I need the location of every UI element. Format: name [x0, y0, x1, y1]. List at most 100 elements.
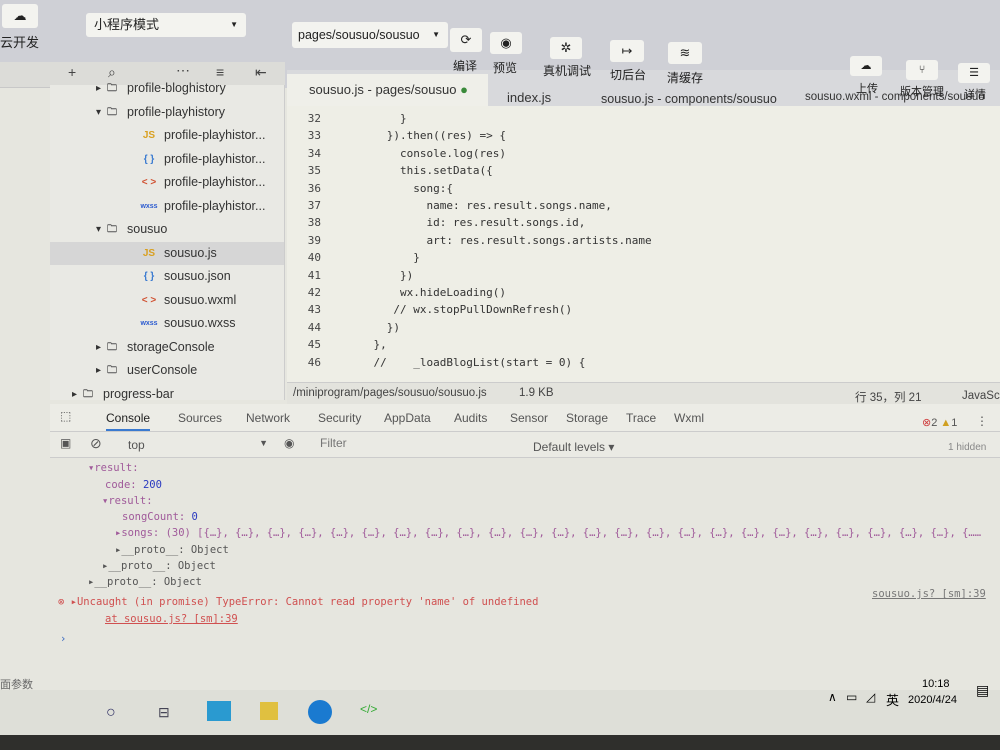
file-tree-item[interactable]: wxss profile-playhistor... [50, 195, 284, 219]
inspect-icon[interactable]: ⬚ [60, 409, 71, 423]
taskbar: ○ ⊟ </> ∧ ▭ ◿ 英 10:18 2020/4/24 ▤ [0, 678, 1000, 735]
version-button[interactable]: ⑂ [906, 60, 938, 80]
edge-icon[interactable] [308, 700, 332, 724]
devtools-tab-network[interactable]: Network [246, 411, 290, 425]
error-count[interactable]: ⊗2 ▲1 [922, 416, 957, 429]
devtools-tab-sources[interactable]: Sources [178, 411, 222, 425]
devtools-tab-storage[interactable]: Storage [566, 411, 608, 425]
tray-chevron-icon[interactable]: ∧ [828, 690, 837, 704]
cloud-button[interactable]: ☁ [2, 4, 38, 28]
tab-sousuo-wxml-components[interactable]: sousuo.wxml - components/sousuo [805, 91, 985, 103]
tree-node-proto[interactable]: ▸__proto__: Object [102, 560, 216, 572]
line-number: 36 [307, 181, 321, 195]
clear-console-icon[interactable]: ⊘ [90, 435, 102, 452]
file-tree-item[interactable]: JS profile-playhistor... [50, 124, 284, 148]
file-tree-label: profile-playhistor... [164, 198, 266, 213]
file-size: 1.9 KB [519, 387, 554, 399]
mail-icon[interactable] [207, 701, 231, 721]
battery-icon[interactable]: ▭ [846, 690, 857, 704]
devtools-tab-appdata[interactable]: AppData [384, 411, 431, 425]
compile-button[interactable]: ⟳ [450, 28, 482, 52]
notification-icon[interactable]: ▤ [976, 682, 989, 699]
tab-label: sousuo.js - pages/sousuo [309, 82, 457, 97]
details-button[interactable]: ☰ [958, 63, 990, 83]
file-tree-item[interactable]: ▸ 🗀 userConsole [50, 359, 284, 383]
devtools-tab-console[interactable]: Console [106, 411, 151, 431]
file-tree-item[interactable]: { } sousuo.json [50, 265, 284, 289]
console-prompt[interactable]: › [60, 633, 66, 645]
line-number: 45 [307, 338, 321, 352]
file-tree-item[interactable]: JS sousuo.js [50, 241, 284, 265]
levels-select[interactable]: Default levels ▾ [533, 440, 614, 454]
devtools-tab-security[interactable]: Security [318, 411, 361, 425]
devtools-tab-sensor[interactable]: Sensor [510, 411, 548, 425]
line-number: 43 [307, 303, 321, 317]
error-source-link[interactable]: sousuo.js? [sm]:39 [872, 588, 986, 600]
file-tree-item[interactable]: wxss sousuo.wxss [50, 312, 284, 336]
file-tree-item[interactable]: ▾ 🗀 sousuo [50, 218, 284, 242]
file-tree-label: storageConsole [127, 339, 215, 354]
tree-node-result[interactable]: ▾result: [88, 462, 139, 474]
task-view-icon[interactable]: ⊟ [158, 704, 170, 721]
code-line: }).then((res) => { [347, 129, 506, 143]
file-tree-item[interactable]: ▾ 🗀 profile-playhistory [50, 101, 284, 125]
line-number: 33 [307, 129, 321, 143]
remote-debug-button[interactable]: ✲ [550, 37, 582, 59]
search-circle-icon[interactable]: ○ [106, 704, 116, 722]
code-line: } [347, 112, 407, 125]
devtools-tab-audits[interactable]: Audits [454, 411, 487, 425]
file-tree-item[interactable]: ▸ 🗀 storageConsole [50, 336, 284, 360]
tab-sousuo-js-pages[interactable]: sousuo.js - pages/sousuo ● [287, 74, 488, 106]
file-tree-item[interactable]: ▸ 🗀 profile-bloghistory [50, 77, 284, 101]
code-line: }, [347, 338, 387, 352]
ime-indicator[interactable]: 英 [886, 690, 899, 709]
error-message[interactable]: ⊗ ▸Uncaught (in promise) TypeError: Cann… [58, 596, 538, 608]
tab-index-js[interactable]: index.js [507, 90, 551, 105]
sidebar-toggle-icon[interactable]: ▣ [60, 436, 71, 450]
file-tree-item[interactable]: { } profile-playhistor... [50, 148, 284, 172]
code-line: this.setData({ [347, 164, 493, 178]
modified-dot-icon: ● [460, 82, 468, 97]
code-editor[interactable]: 32 } 33 }).then((res) => {34 console.log(… [287, 106, 1000, 382]
language-mode[interactable]: JavaScript [962, 390, 1000, 402]
context-select[interactable]: top ▼ [128, 438, 268, 452]
devtools-app-icon[interactable]: </> [360, 702, 377, 716]
line-number: 41 [307, 268, 321, 282]
background-button[interactable]: ↦ [610, 40, 644, 62]
clear-cache-button[interactable]: ≋ [668, 42, 702, 64]
remote-debug-label: 真机调试 [543, 64, 592, 78]
warning-icon: ▲ [940, 417, 952, 429]
devtools-tab-wxml[interactable]: Wxml [674, 411, 704, 425]
file-tree-item[interactable]: < > sousuo.wxml [50, 289, 284, 313]
prop-code: code: 200 [105, 479, 162, 491]
more-options-icon[interactable]: ⋮ [976, 414, 988, 428]
devtools-tab-trace[interactable]: Trace [626, 411, 656, 425]
tree-node-result-inner[interactable]: ▾result: [102, 495, 153, 507]
file-tree-item[interactable]: < > profile-playhistor... [50, 171, 284, 195]
line-number: 32 [307, 112, 321, 125]
upload-button[interactable]: ☁ [850, 56, 882, 76]
tree-node-proto[interactable]: ▸__proto__: Object [115, 544, 229, 556]
tree-node-songs[interactable]: ▸songs: (30) [{…}, {…}, {…}, {…}, {…}, {… [115, 527, 981, 539]
dropdown-icon: ▼ [230, 20, 238, 29]
context-value: top [128, 438, 145, 452]
file-explorer-icon[interactable] [260, 702, 278, 720]
filter-input[interactable] [320, 436, 520, 450]
network-icon[interactable]: ◿ [866, 690, 875, 704]
mode-select[interactable]: 小程序模式 ▼ [86, 13, 246, 37]
tree-node-proto[interactable]: ▸__proto__: Object [88, 576, 202, 588]
file-tree-item[interactable]: ▸ 🗀 progress-bar [50, 383, 284, 407]
details-label: 详情 [964, 89, 986, 101]
status-bar: /miniprogram/pages/sousuo/sousuo.js 1.9 … [287, 382, 1000, 404]
version-label: 版本管理 [900, 86, 944, 98]
eye-icon[interactable]: ◉ [284, 436, 294, 450]
code-line: song:{ [347, 181, 453, 195]
preview-button[interactable]: ◉ [490, 32, 522, 54]
error-stack-link[interactable]: at sousuo.js? [sm]:39 [105, 613, 238, 625]
clock-time[interactable]: 10:18 [922, 678, 950, 690]
wxss-file-icon: wxss [140, 320, 158, 327]
tab-sousuo-js-components[interactable]: sousuo.js - components/sousuo [601, 92, 777, 106]
clock-date[interactable]: 2020/4/24 [908, 694, 957, 706]
line-number: 44 [307, 320, 321, 334]
page-select[interactable]: pages/sousuo/sousuo ▼ [292, 22, 448, 48]
